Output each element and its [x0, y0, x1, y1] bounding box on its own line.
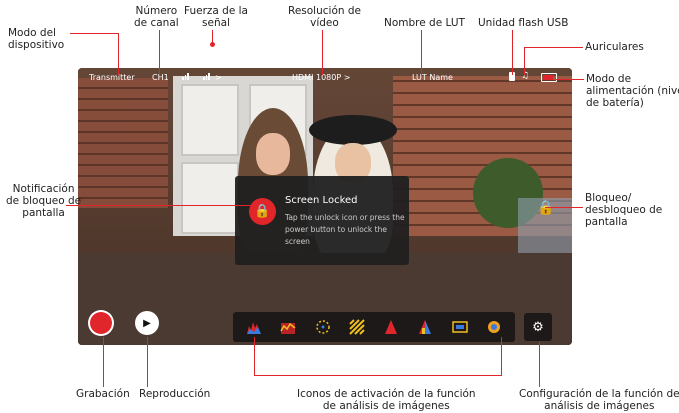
callout-lock-notification: Notificación de bloqueo de pantalla	[6, 183, 82, 219]
signal-arrow[interactable]: >	[215, 73, 222, 82]
callout-resolution: Resolución de vídeo	[288, 5, 361, 29]
callout-device-mode: Modo del dispositivo	[8, 27, 65, 51]
headphones-icon: ♫	[521, 71, 530, 81]
callout-headphones: Auriculares	[585, 41, 644, 53]
callout-recording: Grabación	[76, 388, 130, 400]
status-bar: Transmitter CH1 > HDMI 1080P > LUT Name …	[78, 68, 572, 86]
channel-label[interactable]: CH1	[152, 73, 169, 82]
callout-lut: Nombre de LUT	[384, 17, 465, 29]
brick-wall	[78, 78, 168, 208]
signal-icon	[182, 72, 189, 80]
zebra-icon[interactable]	[348, 318, 366, 336]
histogram-icon[interactable]	[245, 318, 263, 336]
lock-toggle-icon[interactable]: 🔒	[537, 200, 554, 216]
lut-name-label[interactable]: LUT Name	[412, 73, 453, 82]
focus-assist-icon[interactable]	[485, 318, 503, 336]
waveform-icon[interactable]	[279, 318, 297, 336]
record-button[interactable]	[88, 310, 114, 336]
battery-icon	[541, 73, 557, 82]
callout-analysis-settings: Configuración de la función de análisis d…	[519, 388, 679, 412]
screen-locked-popup: 🔒 Screen Locked Tap the unlock icon or p…	[235, 176, 409, 265]
popup-body: Tap the unlock icon or press the power b…	[285, 213, 405, 246]
callout-power: Modo de alimentación (nivel de batería)	[586, 73, 679, 109]
signal-icon	[203, 72, 210, 80]
callout-lock-toggle: Bloqueo/desbloqueo de pantalla	[585, 192, 663, 228]
callout-usb: Unidad flash USB	[478, 17, 569, 29]
device-mode-label[interactable]: Transmitter	[89, 73, 135, 82]
analysis-tools-bar	[233, 312, 515, 342]
lock-icon: 🔒	[249, 198, 276, 225]
callout-analysis-icons: Iconos de activación de la función de aná…	[297, 388, 476, 412]
vectorscope-icon[interactable]	[314, 318, 332, 336]
peaking-icon[interactable]	[382, 318, 400, 336]
frame-guide-icon[interactable]	[451, 318, 469, 336]
popup-title: Screen Locked	[285, 195, 358, 206]
monitor-screen: Transmitter CH1 > HDMI 1080P > LUT Name …	[78, 68, 572, 345]
analysis-settings-button[interactable]: ⚙	[524, 313, 552, 341]
play-button[interactable]: ▶	[135, 311, 159, 335]
callout-channel: Número de canal	[134, 5, 179, 29]
callout-signal: Fuerza de la señal	[184, 5, 248, 29]
callout-playback: Reproducción	[139, 388, 211, 400]
false-color-icon[interactable]	[416, 318, 434, 336]
